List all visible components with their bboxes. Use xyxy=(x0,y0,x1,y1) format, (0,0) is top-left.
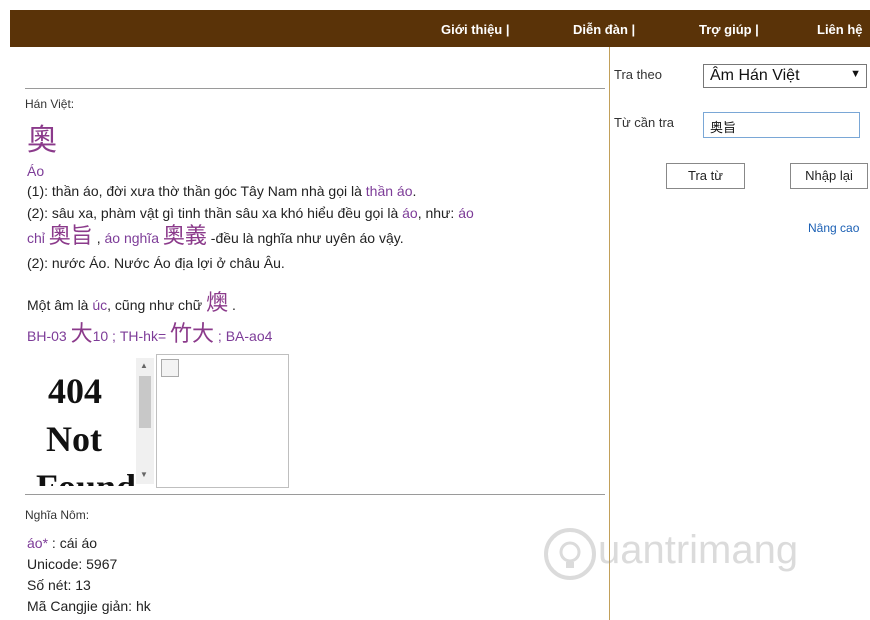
meaning-line-1-text: (1): thần áo, đời xưa thờ thần góc Tây N… xyxy=(27,183,366,199)
mode-label: Tra theo xyxy=(614,67,662,82)
word-input-value: 奥旨 xyxy=(710,120,737,135)
nom-label: Nghĩa Nôm: xyxy=(25,508,90,522)
nav-intro-link[interactable]: Giới thiệu | xyxy=(441,22,510,37)
chevron-down-icon: ▼ xyxy=(850,68,861,80)
mode-select[interactable]: Âm Hán Việt ▼ xyxy=(703,64,867,88)
alt-mid: , cũng như chữ xyxy=(107,297,207,313)
error-not-text: Not xyxy=(46,419,102,459)
nav-contact-link[interactable]: Liên hệ xyxy=(817,22,863,37)
embedded-frame: 404 Not Found xyxy=(28,356,152,486)
unicode-text: Unicode: 5967 xyxy=(27,556,118,572)
reading-text: Áo xyxy=(27,163,45,179)
ao-nghia-characters: 奧義 xyxy=(162,224,207,249)
han-viet-label: Hán Việt: xyxy=(25,97,75,111)
meaning-line-3-sep: , xyxy=(92,230,105,246)
submit-button[interactable]: Tra từ xyxy=(666,163,745,189)
meaning-line-3-suffix: -đều là nghĩa như uyên áo vậy. xyxy=(206,230,404,246)
nom-ao-link[interactable]: áo* xyxy=(27,535,48,551)
section-divider-bottom xyxy=(25,494,605,495)
reset-button[interactable]: Nhập lại xyxy=(790,163,868,189)
alternate-reading: Một âm là úc, cũng như chữ 燠 . xyxy=(27,293,236,316)
watermark-text: uantrimang xyxy=(598,528,799,572)
section-divider-top xyxy=(25,88,605,89)
uc-link[interactable]: úc xyxy=(92,297,107,313)
meaning-line-4: (2): nước Áo. Nước Áo địa lợi ở châu Âu. xyxy=(27,255,285,271)
broken-image-icon xyxy=(161,359,179,377)
mode-select-value: Âm Hán Việt xyxy=(710,67,800,84)
codes-bh: BH-03 xyxy=(27,328,71,344)
nav-forum-link[interactable]: Diễn đàn | xyxy=(573,22,635,37)
ao-link[interactable]: áo xyxy=(402,205,418,221)
nom-meaning: áo* : cái áo xyxy=(27,532,97,554)
nav-help-link[interactable]: Trợ giúp | xyxy=(699,22,759,37)
meaning-line-2-mid: , như: xyxy=(417,205,459,221)
than-ao-link[interactable]: thần áo xyxy=(366,183,413,199)
codes-cangjie-chars: 竹大 xyxy=(170,322,215,347)
meaning-line-1: (1): thần áo, đời xưa thờ thần góc Tây N… xyxy=(27,180,416,202)
stroke-image-frame xyxy=(156,354,289,488)
ao-chi-link-end[interactable]: chỉ xyxy=(27,230,45,246)
alt-character: 燠 xyxy=(206,291,229,316)
cangjie-text: Mã Cangjie giản: hk xyxy=(27,598,151,614)
scroll-thumb[interactable] xyxy=(139,376,151,428)
word-input[interactable]: 奥旨 xyxy=(703,112,860,138)
alt-prefix: Một âm là xyxy=(27,297,93,313)
meaning-line-1-suffix: . xyxy=(412,183,417,199)
character-codes: BH-03 大10 ; TH-hk= 竹大 ; BA-ao4 xyxy=(27,324,272,347)
ao-chi-link-start[interactable]: áo xyxy=(458,205,474,221)
bulb-logo-icon xyxy=(544,528,596,580)
ao-nghia-link[interactable]: áo nghĩa xyxy=(104,230,159,246)
word-label: Từ cần tra xyxy=(614,115,674,130)
stroke-count-text: Số nét: 13 xyxy=(27,577,91,593)
scroll-up-icon[interactable]: ▲ xyxy=(140,361,148,370)
scroll-down-icon[interactable]: ▼ xyxy=(140,470,148,479)
meaning-line-2-text: (2): sâu xa, phàm vật gì tinh thần sâu x… xyxy=(27,205,403,221)
codes-radical-char: 大 xyxy=(70,322,93,347)
watermark: uantrimang xyxy=(540,520,840,590)
ao-chi-characters: 奧旨 xyxy=(48,224,93,249)
frame-scrollbar[interactable]: ▲ ▼ xyxy=(136,358,154,484)
alt-suffix: . xyxy=(228,297,236,313)
error-found-text: Found xyxy=(36,466,136,486)
main-character: 奧 xyxy=(27,123,57,158)
error-code-text: 404 xyxy=(48,371,102,411)
nom-meaning-text: : cái áo xyxy=(48,535,98,551)
meaning-line-3: chỉ 奧旨 , áo nghĩa 奧義 -đều là nghĩa như u… xyxy=(27,226,404,249)
codes-th: 10 ; TH-hk= xyxy=(92,328,171,344)
codes-ba: ; BA-ao4 xyxy=(214,328,273,344)
advanced-link[interactable]: Nâng cao xyxy=(808,221,859,235)
meaning-line-2: (2): sâu xa, phàm vật gì tinh thần sâu x… xyxy=(27,202,474,224)
